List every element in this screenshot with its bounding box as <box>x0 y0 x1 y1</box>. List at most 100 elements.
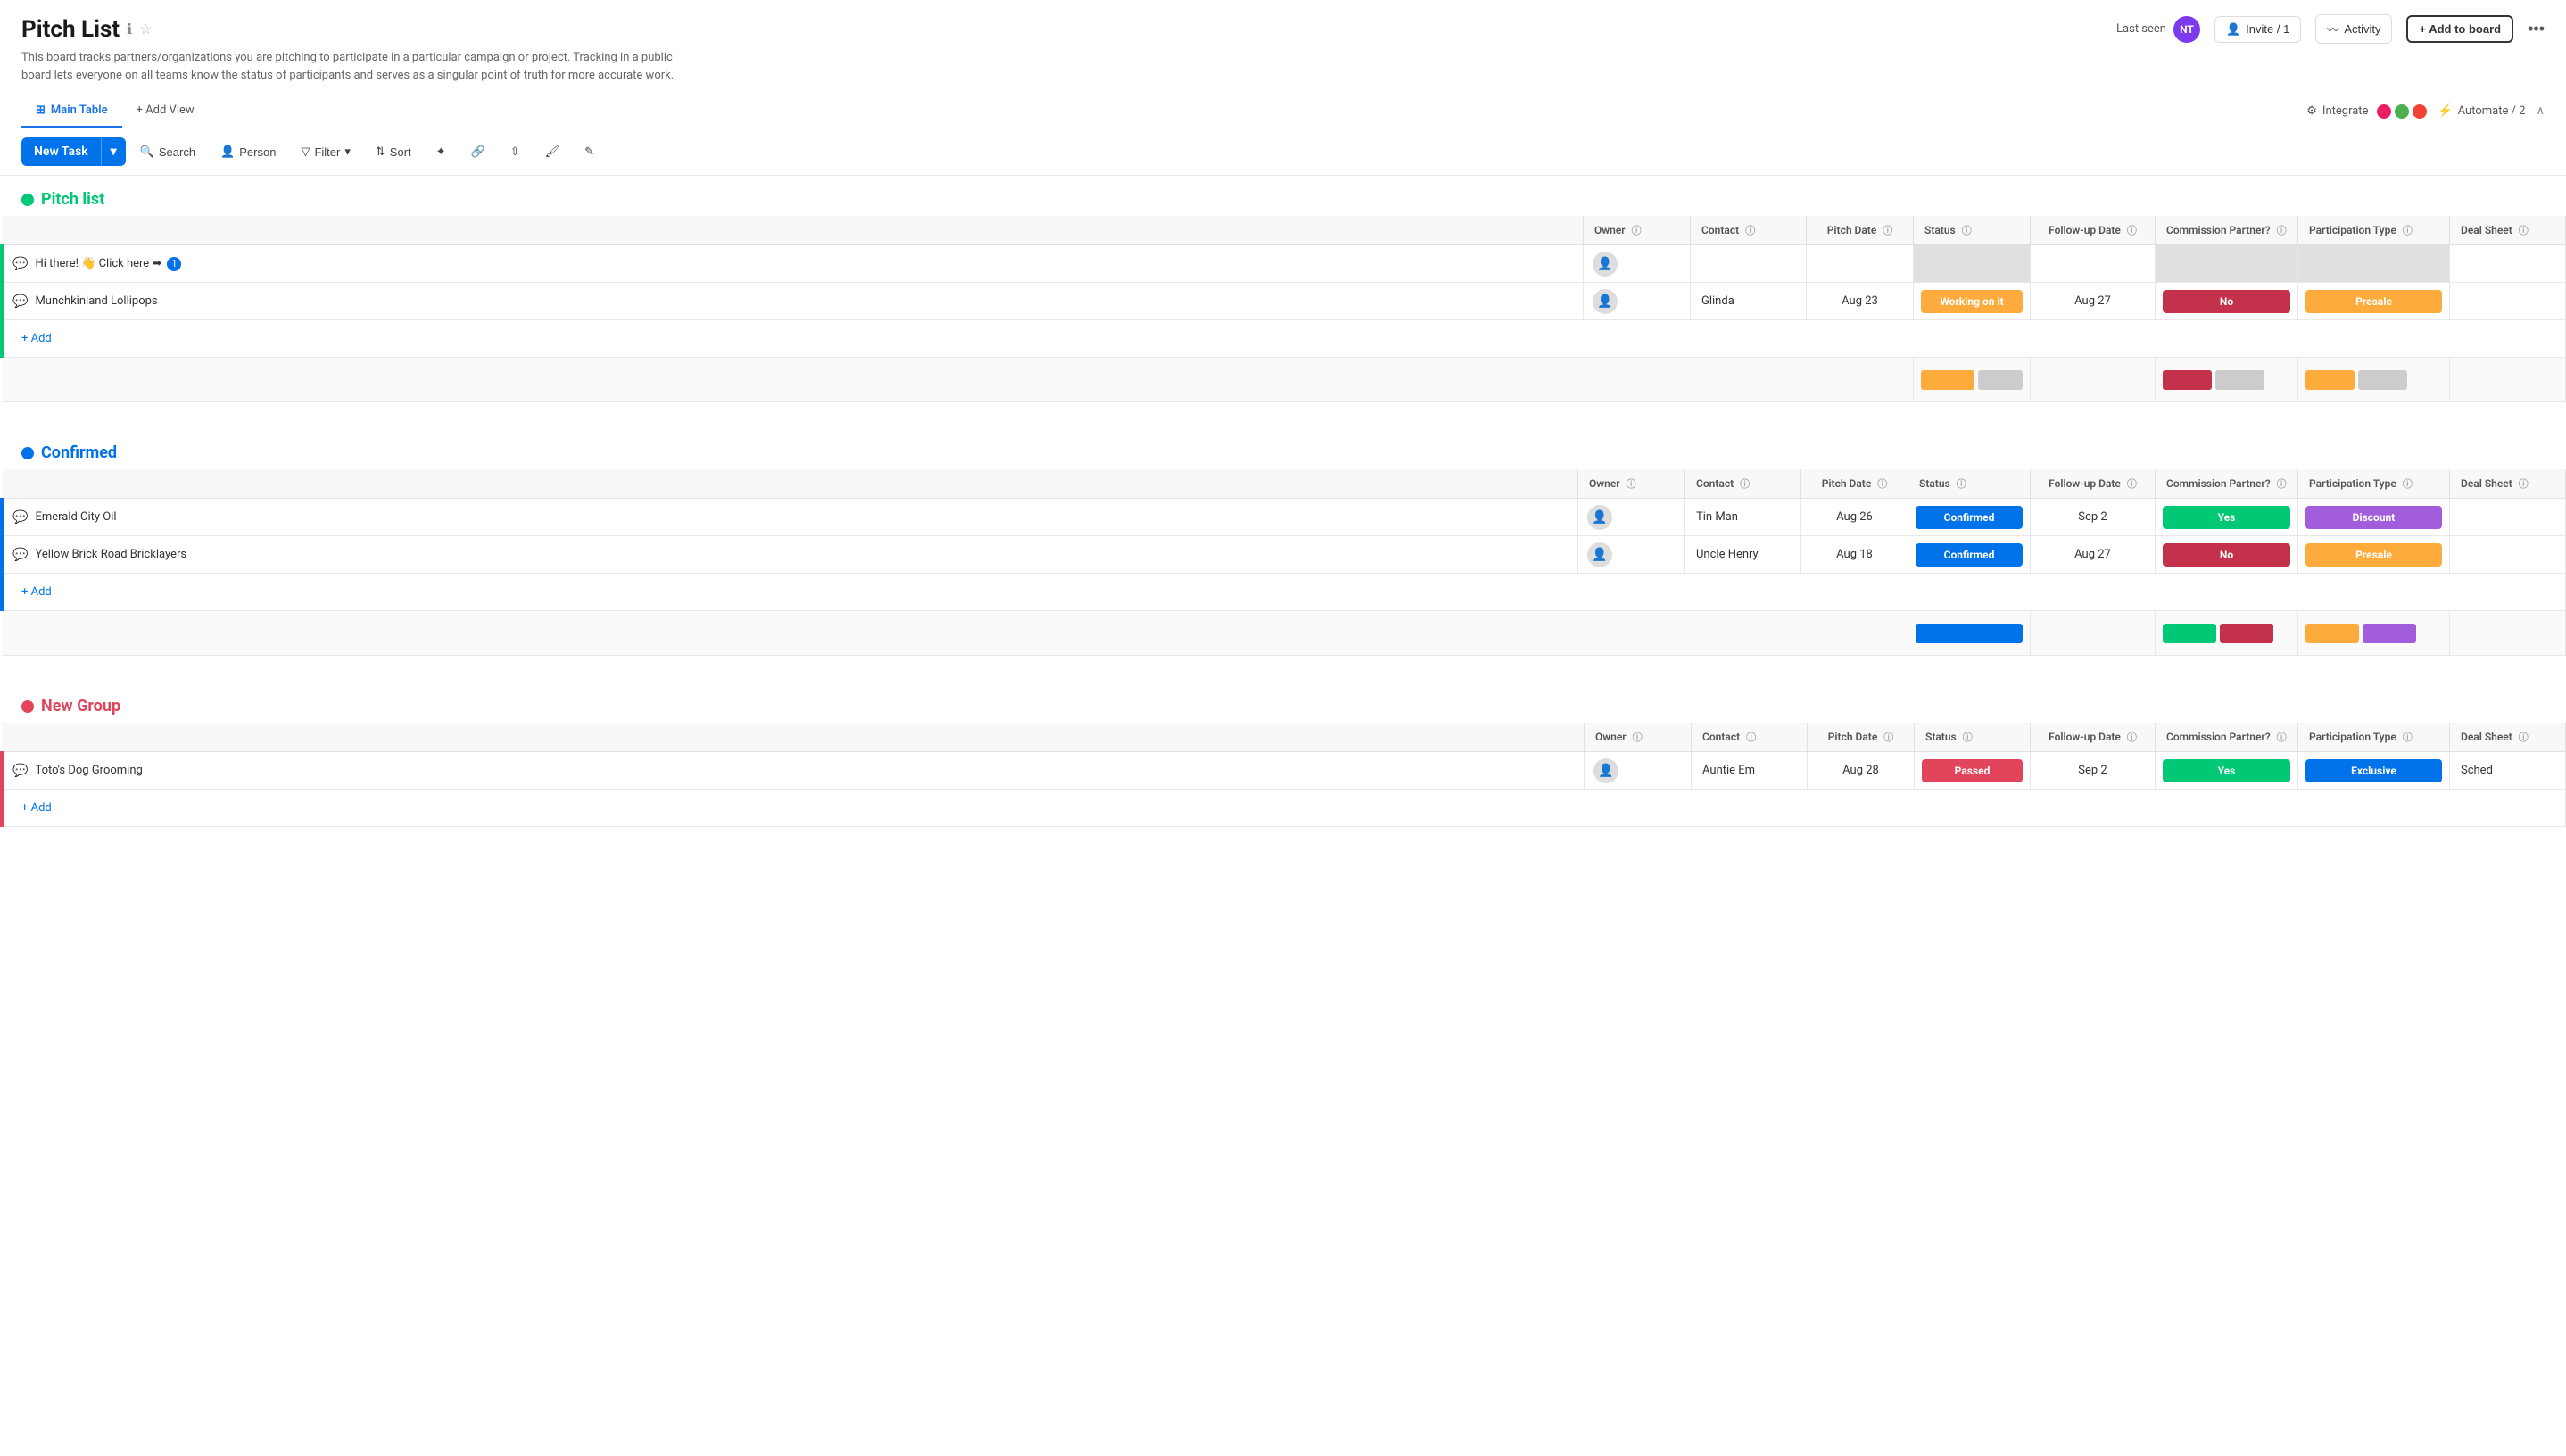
chart-row <box>2 358 2566 402</box>
owner-info-icon[interactable]: ⓘ <box>1632 225 1642 236</box>
followup-info-icon[interactable]: ⓘ <box>2127 225 2137 236</box>
chart-bar <box>1916 624 2023 643</box>
participation-info-icon-3[interactable]: ⓘ <box>2403 732 2413 743</box>
add-row[interactable]: + Add <box>2 574 2566 611</box>
pitch-date-info-icon[interactable]: ⓘ <box>1883 225 1892 236</box>
group-name-pitch-list[interactable]: Pitch list <box>41 190 104 209</box>
owner-info-icon-3[interactable]: ⓘ <box>1633 732 1643 743</box>
more-options-button[interactable]: ••• <box>2528 20 2545 38</box>
table-icon: ⊞ <box>36 103 46 117</box>
info-icon[interactable]: ℹ <box>127 21 132 37</box>
chat-icon[interactable]: 💬 <box>11 545 29 564</box>
more-toolbar-button[interactable]: 🖌 <box>534 139 571 164</box>
col-commission-header-3: Commission Partner? ⓘ <box>2156 723 2298 752</box>
new-task-button[interactable]: New Task ▾ <box>21 137 126 166</box>
col-commission-header-2: Commission Partner? ⓘ <box>2156 469 2298 499</box>
group-name-new-group[interactable]: New Group <box>41 697 120 716</box>
chart-bar <box>2215 370 2264 390</box>
group-name-confirmed[interactable]: Confirmed <box>41 443 117 462</box>
sparkle-button[interactable]: ✦ <box>426 139 457 164</box>
participation-badge: Exclusive <box>2305 759 2442 782</box>
link-icon: 🔗 <box>471 145 485 159</box>
row-height-button[interactable]: ⇳ <box>500 139 531 164</box>
chat-icon[interactable]: 💬 <box>11 508 29 526</box>
status-badge: Working on it <box>1921 290 2023 313</box>
col-pitch-date-header-2: Pitch Date ⓘ <box>1801 469 1908 499</box>
pitch-date-info-icon-3[interactable]: ⓘ <box>1883 732 1893 743</box>
followup-info-icon-2[interactable]: ⓘ <box>2127 478 2137 490</box>
col-owner-header-3: Owner ⓘ <box>1585 723 1692 752</box>
commission-badge: Yes <box>2163 759 2290 782</box>
col-contact-header: Contact ⓘ <box>1691 216 1807 245</box>
table-row: 💬 Toto's Dog Grooming 👤 Auntie Em Aug 28 <box>2 752 2566 790</box>
add-row-label[interactable]: + Add <box>4 325 2565 352</box>
person-button[interactable]: 👤 Person <box>210 139 286 164</box>
followup-info-icon-3[interactable]: ⓘ <box>2127 732 2137 743</box>
col-participation-header-3: Participation Type ⓘ <box>2298 723 2450 752</box>
invite-button[interactable]: 👤 Invite / 1 <box>2214 16 2301 43</box>
row-height-icon: ⇳ <box>510 145 520 159</box>
contact-info-icon-2[interactable]: ⓘ <box>1740 478 1750 490</box>
group-indicator-green <box>21 194 34 206</box>
status-info-icon[interactable]: ⓘ <box>1962 225 1972 236</box>
chat-icon[interactable]: 💬 <box>11 254 29 273</box>
add-row-label-3[interactable]: + Add <box>4 794 2565 822</box>
contact-info-icon[interactable]: ⓘ <box>1745 225 1755 236</box>
pitch-date-cell: Aug 23 <box>1807 283 1914 320</box>
pitch-date-cell: Aug 26 <box>1801 499 1908 536</box>
contact-info-icon-3[interactable]: ⓘ <box>1746 732 1756 743</box>
automate-button[interactable]: ⚡ Automate / 2 <box>2438 104 2525 118</box>
contact-cell <box>1691 245 1807 283</box>
deal-info-icon[interactable]: ⓘ <box>2519 225 2529 236</box>
pitch-date-info-icon-2[interactable]: ⓘ <box>1877 478 1887 490</box>
col-participation-header: Participation Type ⓘ <box>2298 216 2450 245</box>
add-row-label-2[interactable]: + Add <box>4 578 2565 606</box>
col-deal-header-2: Deal Sheet ⓘ <box>2450 469 2566 499</box>
contact-cell: Glinda <box>1691 283 1807 320</box>
status-info-icon-3[interactable]: ⓘ <box>1963 732 1973 743</box>
new-task-dropdown[interactable]: ▾ <box>101 137 126 166</box>
filter-dropdown[interactable]: ▾ <box>344 145 351 159</box>
add-to-board-button[interactable]: + Add to board <box>2406 15 2513 43</box>
participation-info-icon[interactable]: ⓘ <box>2403 225 2413 236</box>
col-status-header: Status ⓘ <box>1914 216 2031 245</box>
col-owner-header-2: Owner ⓘ <box>1578 469 1685 499</box>
col-status-header-2: Status ⓘ <box>1908 469 2031 499</box>
link-button[interactable]: 🔗 <box>460 139 496 164</box>
commission-info-icon-3[interactable]: ⓘ <box>2277 732 2287 743</box>
edit-button[interactable]: ✎ <box>574 139 605 164</box>
group-indicator-red <box>21 700 34 713</box>
deal-info-icon-2[interactable]: ⓘ <box>2519 478 2529 490</box>
filter-button[interactable]: ▽ Filter ▾ <box>290 139 360 164</box>
person-filter-icon: 👤 <box>220 145 235 159</box>
chat-icon[interactable]: 💬 <box>11 761 29 780</box>
tab-main-table[interactable]: ⊞ Main Table <box>21 95 122 128</box>
deal-info-icon-3[interactable]: ⓘ <box>2519 732 2529 743</box>
search-button[interactable]: 🔍 Search <box>129 139 206 164</box>
commission-badge: No <box>2163 543 2290 567</box>
star-icon[interactable]: ☆ <box>139 21 152 37</box>
add-row[interactable]: + Add <box>2 790 2566 827</box>
commission-info-icon-2[interactable]: ⓘ <box>2277 478 2287 490</box>
chat-icon[interactable]: 💬 <box>11 292 29 310</box>
group-new-group: New Group Owner ⓘ Contact ⓘ <box>0 682 2566 827</box>
collapse-button[interactable]: ∧ <box>2536 104 2545 118</box>
chart-row-2 <box>2 611 2566 656</box>
commission-info-icon[interactable]: ⓘ <box>2277 225 2287 236</box>
sort-button[interactable]: ⇅ Sort <box>365 139 422 164</box>
col-item-header-3 <box>2 723 1585 752</box>
owner-info-icon-2[interactable]: ⓘ <box>1627 478 1636 490</box>
activity-button[interactable]: 〰 Activity <box>2315 14 2392 44</box>
table-row: 💬 Emerald City Oil 👤 Tin Man Aug 26 <box>2 499 2566 536</box>
add-row[interactable]: + Add <box>2 320 2566 358</box>
contact-cell: Auntie Em <box>1692 752 1808 790</box>
participation-info-icon-2[interactable]: ⓘ <box>2403 478 2413 490</box>
tab-add-view[interactable]: + Add View <box>122 95 209 128</box>
last-seen: Last seen NT <box>2116 16 2200 43</box>
commission-badge: Yes <box>2163 506 2290 529</box>
integration-dot-2 <box>2395 104 2409 119</box>
new-task-label[interactable]: New Task <box>21 137 101 166</box>
status-info-icon-2[interactable]: ⓘ <box>1957 478 1966 490</box>
integrate-icon: ⚙ <box>2306 104 2317 118</box>
integrate-button[interactable]: ⚙ Integrate <box>2306 104 2427 119</box>
